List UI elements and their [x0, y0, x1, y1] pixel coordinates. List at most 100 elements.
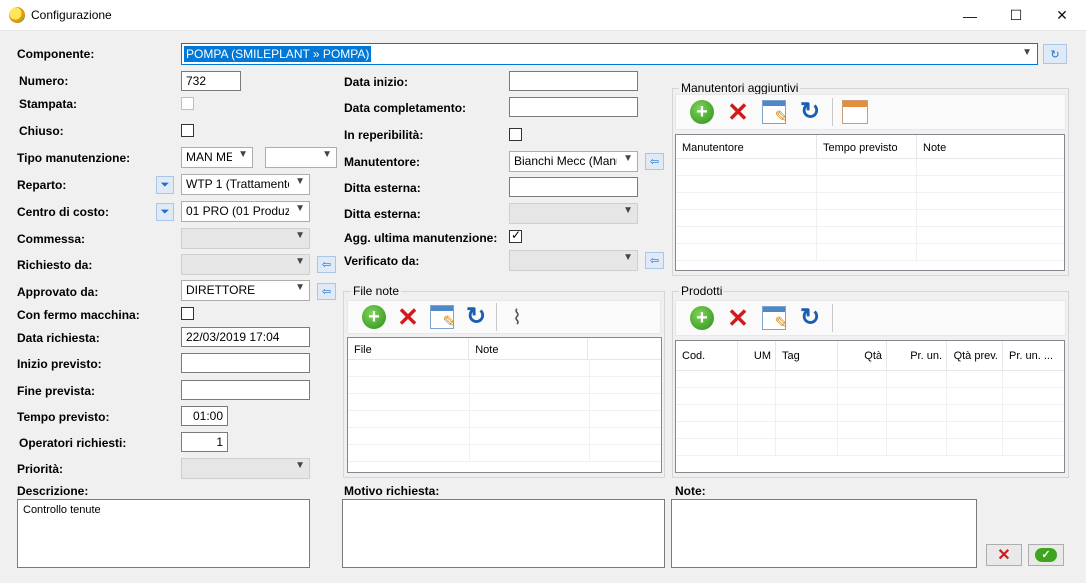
file-add-button[interactable]: +: [360, 303, 388, 331]
note-textarea[interactable]: [671, 499, 977, 568]
richiesto-label: Richiesto da:: [17, 258, 93, 272]
column-header[interactable]: Pr. un.: [887, 341, 947, 370]
refresh-icon: ↻: [799, 304, 821, 331]
descrizione-textarea[interactable]: Controllo tenute: [17, 499, 310, 568]
column-header[interactable]: [588, 338, 661, 359]
calendar-icon: [842, 100, 868, 124]
chevron-down-icon: ▼: [623, 153, 633, 164]
tipo-manutenzione-combo[interactable]: MAN MEC ▼: [181, 147, 253, 168]
manutentori-edit-button[interactable]: [760, 98, 788, 127]
motivo-textarea[interactable]: [342, 499, 665, 568]
operatori-field[interactable]: 1: [181, 432, 228, 452]
edit-icon: [762, 100, 788, 127]
descrizione-label: Descrizione:: [17, 484, 89, 498]
data-inizio-field[interactable]: [509, 71, 638, 91]
cancel-button[interactable]: ✕: [986, 544, 1022, 566]
manutentori-refresh-button[interactable]: ↻: [796, 98, 824, 126]
manutentore-arrow-button[interactable]: ⇦: [645, 153, 664, 170]
manutentori-add-button[interactable]: +: [688, 98, 716, 126]
centro-costo-label: Centro di costo:: [17, 205, 109, 219]
chiuso-checkbox[interactable]: [181, 124, 194, 137]
file-note-grid[interactable]: File Note: [347, 337, 662, 473]
prodotti-edit-button[interactable]: [760, 304, 788, 333]
file-note-toolbar: + ✕ ↻ ⌇: [347, 300, 661, 334]
reparto-combo[interactable]: WTP 1 (Trattamento a ▼: [181, 174, 310, 195]
column-header[interactable]: Cod.: [676, 341, 738, 370]
richiesto-arrow-button[interactable]: ⇦: [317, 256, 336, 273]
prodotti-toolbar: + ✕ ↻: [675, 300, 1066, 336]
column-header[interactable]: Qtà prev.: [947, 341, 1003, 370]
reparto-filter-button[interactable]: ⏷: [156, 176, 174, 194]
manutentore-combo[interactable]: Bianchi Mecc (Manute ▼: [509, 151, 638, 172]
agg-ultima-checkbox[interactable]: [509, 228, 522, 243]
minimize-button[interactable]: —: [947, 0, 993, 31]
confirm-button[interactable]: ✓: [1028, 544, 1064, 566]
chevron-down-icon: ▼: [623, 205, 633, 216]
table-row: [676, 210, 1064, 227]
column-header[interactable]: Note: [469, 338, 589, 359]
motivo-label: Motivo richiesta:: [344, 484, 440, 498]
approvato-arrow-button[interactable]: ⇦: [317, 283, 336, 300]
componente-combo[interactable]: POMPA (SMILEPLANT » POMPA) ▼: [181, 43, 1038, 65]
chevron-down-icon: ▼: [295, 460, 305, 471]
column-header[interactable]: File: [348, 338, 470, 359]
centro-filter-button[interactable]: ⏷: [156, 203, 174, 221]
ditta-esterna-combo[interactable]: ▼: [509, 203, 638, 224]
verificato-combo[interactable]: ▼: [509, 250, 638, 271]
manutentori-calendar-button[interactable]: [841, 98, 869, 126]
column-header[interactable]: Tempo previsto: [817, 135, 917, 158]
numero-field[interactable]: 732: [181, 71, 241, 91]
file-refresh-button[interactable]: ↻: [462, 303, 490, 331]
table-row: [676, 439, 1064, 456]
column-header[interactable]: UM: [738, 341, 776, 370]
prodotti-refresh-button[interactable]: ↻: [796, 304, 824, 332]
inizio-previsto-field[interactable]: [181, 353, 310, 373]
ditta-esterna-field[interactable]: [509, 177, 638, 197]
column-header[interactable]: Qtà: [838, 341, 887, 370]
file-edit-button[interactable]: [428, 303, 456, 332]
stampata-label: Stampata:: [19, 97, 78, 111]
chevron-down-icon: ▼: [295, 282, 305, 293]
componente-refresh-button[interactable]: ↻: [1043, 44, 1067, 64]
file-delete-button[interactable]: ✕: [394, 303, 422, 331]
column-header[interactable]: Manutentore: [676, 135, 817, 158]
file-attach-button[interactable]: ⌇: [503, 303, 531, 331]
table-row: [676, 371, 1064, 388]
priorita-combo[interactable]: ▼: [181, 458, 310, 479]
chevron-down-icon: ▼: [238, 149, 248, 160]
centro-costo-combo[interactable]: 01 PRO (01 Produzion ▼: [181, 201, 310, 222]
prodotti-delete-button[interactable]: ✕: [724, 304, 752, 332]
data-richiesta-field[interactable]: 22/03/2019 17:04: [181, 327, 310, 347]
richiesto-combo[interactable]: ▼: [181, 254, 310, 275]
fermo-macchina-checkbox[interactable]: [181, 307, 194, 320]
maximize-button[interactable]: ☐: [993, 0, 1039, 31]
table-row: [348, 394, 661, 411]
prodotti-grid[interactable]: Cod. UM Tag Qtà Pr. un. Qtà prev. Pr. un…: [675, 340, 1065, 473]
edit-icon: [430, 305, 456, 332]
column-header[interactable]: Pr. un. ...: [1003, 341, 1064, 370]
centro-value: 01 PRO (01 Produzion: [186, 204, 289, 218]
approvato-value: DIRETTORE: [186, 283, 256, 297]
delete-icon: ✕: [397, 302, 419, 332]
approvato-combo[interactable]: DIRETTORE ▼: [181, 280, 310, 301]
prodotti-add-button[interactable]: +: [688, 304, 716, 332]
column-header[interactable]: Note: [917, 135, 1064, 158]
close-button[interactable]: ✕: [1039, 0, 1085, 31]
column-header[interactable]: Tag: [776, 341, 838, 370]
app-icon: [9, 7, 25, 23]
reperibilita-checkbox[interactable]: [509, 128, 522, 141]
manutentori-delete-button[interactable]: ✕: [724, 98, 752, 126]
tempo-previsto-field[interactable]: 01:00: [181, 406, 228, 426]
fine-prevista-field[interactable]: [181, 380, 310, 400]
table-row: [348, 377, 661, 394]
commessa-combo[interactable]: ▼: [181, 228, 310, 249]
chevron-down-icon: ▼: [1022, 47, 1032, 58]
manutentori-grid[interactable]: Manutentore Tempo previsto Note: [675, 134, 1065, 271]
prodotti-grid-header: Cod. UM Tag Qtà Pr. un. Qtà prev. Pr. un…: [676, 341, 1064, 371]
verificato-arrow-button[interactable]: ⇦: [645, 252, 664, 269]
funnel-icon: ⏷: [160, 178, 170, 191]
table-row: [676, 244, 1064, 261]
data-completamento-field[interactable]: [509, 97, 638, 117]
data-completamento-label: Data completamento:: [344, 101, 467, 115]
tipo-manutenzione-combo-2[interactable]: ▼: [265, 147, 337, 168]
